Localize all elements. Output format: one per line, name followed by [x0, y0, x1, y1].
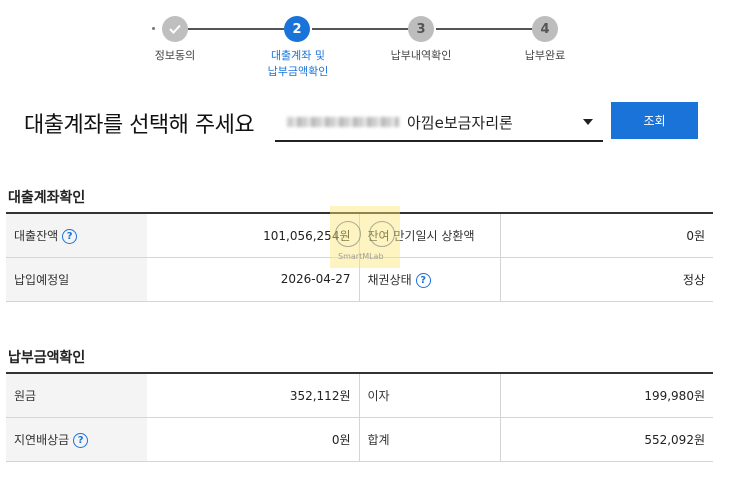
- account-select[interactable]: 아낌e보금자리론: [275, 102, 603, 142]
- principal-value: 352,112원: [147, 372, 360, 418]
- payment-confirm-title: 납부금액확인: [8, 350, 86, 366]
- step-connector: [436, 28, 532, 30]
- table-label: 대출잔액?: [6, 212, 147, 258]
- step-1-checkmark-icon: [162, 16, 188, 42]
- loan-balance-label: 대출잔액: [14, 228, 59, 243]
- step-2-label-line1: 대출계좌 및: [270, 49, 326, 62]
- table-row: 원금 352,112원 이자 199,980원: [6, 372, 713, 418]
- watermark-circle-icon: [369, 221, 395, 247]
- chevron-down-icon: [583, 119, 593, 125]
- step-connector: [188, 28, 284, 30]
- table-row: 지연배상금? 0원 합계 552,092원: [6, 417, 713, 462]
- step-4-circle: 4: [532, 16, 558, 42]
- watermark-text: SmartMLab: [338, 252, 384, 261]
- masked-account-number: [287, 117, 399, 127]
- loan-confirm-title: 대출계좌확인: [8, 190, 86, 206]
- progress-stepper: 2 3 4 정보동의 대출계좌 및 납부금액확인 납부내역확인 납부완료: [0, 14, 730, 84]
- search-button[interactable]: 조회: [611, 102, 698, 139]
- interest-value: 199,980원: [500, 372, 713, 418]
- bond-status-value: 정상: [500, 257, 713, 302]
- step-2-circle: 2: [284, 16, 310, 42]
- watermark-logo: SmartMLab: [330, 206, 400, 268]
- help-icon[interactable]: ?: [73, 432, 89, 448]
- total-value: 552,092원: [500, 417, 713, 462]
- step-4-label: 납부완료: [524, 49, 566, 62]
- page-title: 대출계좌를 선택해 주세요: [24, 113, 255, 138]
- loan-balance-value: 101,056,254원: [147, 212, 360, 258]
- remaining-balloon-value: 0원: [500, 212, 713, 258]
- step-2-label: 대출계좌 및 납부금액확인: [262, 48, 334, 80]
- help-icon[interactable]: ?: [415, 272, 431, 288]
- late-fee-label: 지연배상금: [14, 432, 70, 447]
- due-date-label: 납입예정일: [6, 257, 147, 302]
- step-connector: [312, 28, 408, 30]
- late-fee-value: 0원: [147, 417, 360, 462]
- selected-account-name: 아낌e보금자리론: [407, 114, 513, 132]
- table-label: 지연배상금?: [6, 417, 147, 462]
- total-label: 합계: [359, 417, 501, 462]
- bond-status-label: 채권상태: [367, 272, 412, 287]
- step-3-circle: 3: [408, 16, 434, 42]
- due-date-value: 2026-04-27: [147, 257, 360, 302]
- interest-label: 이자: [359, 372, 501, 418]
- help-icon[interactable]: ?: [62, 228, 78, 244]
- step-2-label-line2: 납부금액확인: [267, 65, 329, 78]
- stepper-dot: [152, 27, 155, 30]
- step-3-label: 납부내역확인: [390, 49, 452, 62]
- principal-label: 원금: [6, 372, 147, 418]
- watermark-circle-icon: [335, 221, 361, 247]
- payment-confirm-table: 원금 352,112원 이자 199,980원 지연배상금? 0원 합계 552…: [6, 372, 713, 462]
- step-1-label: 정보동의: [154, 49, 196, 62]
